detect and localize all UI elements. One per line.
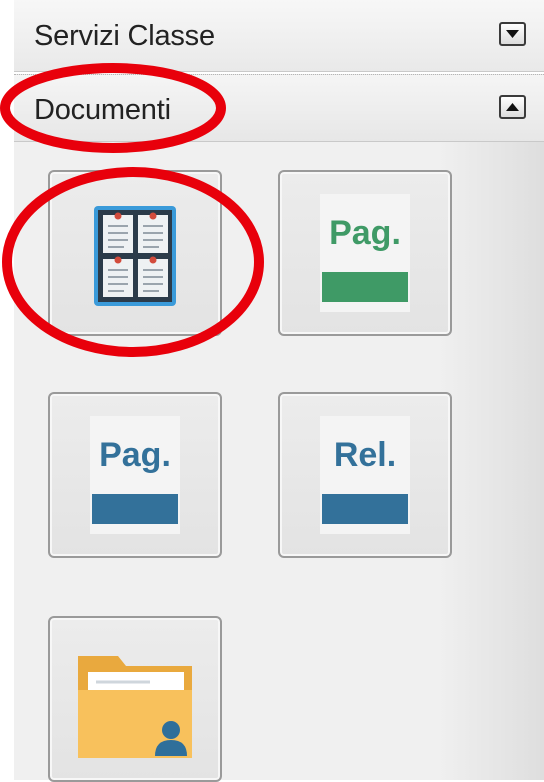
- tile-text: Pag.: [329, 214, 401, 252]
- tile-user-folder[interactable]: [48, 616, 222, 782]
- tile-text: Pag.: [99, 436, 171, 474]
- tile-rel-blue[interactable]: Rel.: [278, 392, 452, 558]
- left-gutter: [0, 0, 14, 780]
- expand-toggle-button[interactable]: [499, 22, 526, 46]
- bulletin-board-icon: [94, 206, 176, 306]
- section-title-documenti: Documenti: [34, 94, 171, 126]
- user-folder-icon: [78, 656, 192, 758]
- report-blue-icon: Rel.: [320, 416, 410, 534]
- section-title-servizi-classe: Servizi Classe: [34, 20, 215, 52]
- sidebar-panel: Servizi Classe Documenti Pag. Pag. Rel.: [0, 0, 544, 782]
- tile-text: Rel.: [334, 436, 396, 474]
- collapse-toggle-button[interactable]: [499, 95, 526, 119]
- triangle-up-icon: [506, 103, 519, 111]
- triangle-down-icon: [506, 30, 519, 38]
- documenti-content: Pag. Pag. Rel.: [14, 142, 544, 782]
- tile-pag-blue[interactable]: Pag.: [48, 392, 222, 558]
- tile-pag-green[interactable]: Pag.: [278, 170, 452, 336]
- section-header-documenti[interactable]: Documenti: [14, 74, 544, 142]
- tile-bacheca[interactable]: [48, 170, 222, 336]
- section-header-servizi-classe[interactable]: Servizi Classe: [14, 0, 544, 72]
- page-blue-icon: Pag.: [90, 416, 180, 534]
- page-green-icon: Pag.: [320, 194, 410, 312]
